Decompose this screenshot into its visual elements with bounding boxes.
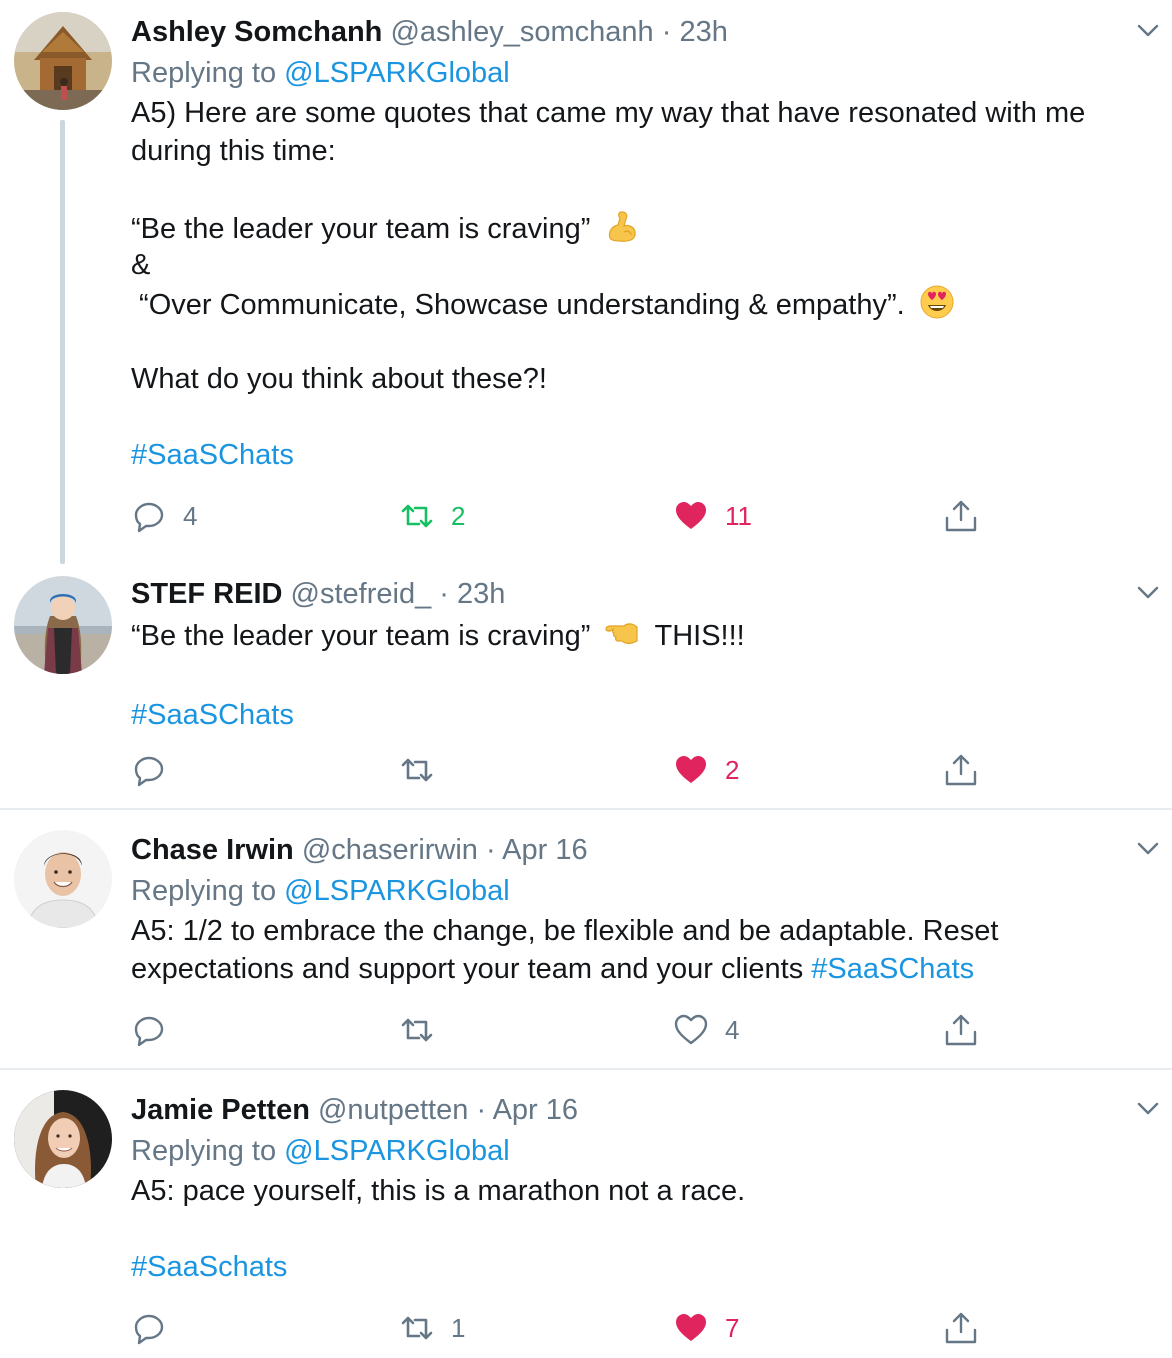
reply-button[interactable] [131,1308,167,1348]
tweet-text: A5: 1/2 to embrace the change, be flexib… [131,915,999,985]
thread-line [60,120,65,564]
like-button[interactable]: 2 [673,750,739,790]
timestamp[interactable]: 23h [457,578,505,610]
tweet-stef-reid[interactable]: STEF REID @stefreid_ · 23h “Be the leade… [0,560,1172,808]
retweet-button[interactable] [399,1010,435,1050]
mention-link[interactable]: @LSPARKGlobal [284,57,510,89]
like-count: 2 [725,754,740,785]
separator: · [439,578,449,610]
share-button[interactable] [943,750,979,790]
chevron-down-icon[interactable] [1134,16,1162,44]
retweet-icon [399,1012,435,1048]
like-icon [673,498,709,534]
retweet-button[interactable]: 1 [399,1308,465,1348]
tweet-text: A5) Here are some quotes that came my wa… [131,94,1148,474]
timestamp[interactable]: Apr 16 [493,1094,578,1126]
avatar[interactable] [14,576,112,674]
like-icon [673,1012,709,1048]
tweet-header: Jamie Petten @nutpetten · Apr 16 [131,1090,1148,1130]
share-icon [943,752,979,788]
user-handle[interactable]: @nutpetten [318,1094,468,1126]
retweet-count: 2 [451,500,466,531]
share-button[interactable] [943,1010,979,1050]
retweet-button[interactable]: 2 [399,496,465,536]
timestamp[interactable]: Apr 16 [502,834,587,866]
user-handle[interactable]: @stefreid_ [291,578,432,610]
mention-link[interactable]: @LSPARKGlobal [284,1135,510,1167]
like-count: 7 [725,1312,740,1343]
like-button[interactable]: 11 [673,496,752,536]
retweet-icon [399,1310,435,1346]
reply-button[interactable]: 4 [131,496,197,536]
replying-to: Replying to @LSPARKGlobal [131,1135,510,1167]
tweet-jamie-petten[interactable]: Jamie Petten @nutpetten · Apr 16 Replyin… [0,1070,1172,1358]
like-count: 11 [725,500,752,531]
reply-count: 4 [183,500,198,531]
retweet-count: 1 [451,1312,466,1343]
chevron-down-icon[interactable] [1134,1094,1162,1122]
retweet-button[interactable] [399,750,435,790]
hashtag-link[interactable]: #SaaSChats [131,696,1148,734]
share-icon [943,498,979,534]
reply-button[interactable] [131,750,167,790]
user-handle[interactable]: @chaserirwin [302,834,478,866]
like-button[interactable]: 4 [673,1010,739,1050]
like-icon [673,752,709,788]
chevron-down-icon[interactable] [1134,578,1162,606]
share-icon [943,1310,979,1346]
hashtag-link[interactable]: #SaaSChats [131,436,1148,474]
display-name[interactable]: STEF REID [131,578,282,610]
separator: · [661,16,672,48]
chevron-down-icon[interactable] [1134,834,1162,862]
tweet-actions: 4 [131,1010,991,1050]
reply-icon [131,498,167,534]
display-name[interactable]: Jamie Petten [131,1094,310,1126]
like-button[interactable]: 7 [673,1308,739,1348]
hashtag-link[interactable]: #SaaSchats [131,1248,1148,1286]
hashtag-link[interactable]: #SaaSChats [811,953,974,985]
tweet-text: A5: pace yourself, this is a marathon no… [131,1172,1148,1286]
user-handle[interactable]: @ashley_somchanh [390,16,653,48]
like-count: 4 [725,1014,740,1045]
share-icon [943,1012,979,1048]
heart-eyes-emoji-icon [919,284,955,320]
tweet-actions: 1 7 [131,1308,991,1348]
separator: · [476,1094,487,1126]
tweet-header: Ashley Somchanh @ashley_somchanh · 23h [131,12,1148,52]
tweet-chase-irwin[interactable]: Chase Irwin @chaserirwin · Apr 16 Replyi… [0,810,1172,1068]
reply-icon [131,1012,167,1048]
reply-button[interactable] [131,1010,167,1050]
tweet-actions: 2 [131,750,991,790]
reply-icon [131,752,167,788]
tweet-ashley-somchanh[interactable]: Ashley Somchanh @ashley_somchanh · 23h R… [0,0,1172,564]
tweet-actions: 4 2 11 [131,496,991,536]
timestamp[interactable]: 23h [679,16,727,48]
display-name[interactable]: Chase Irwin [131,834,294,866]
share-button[interactable] [943,1308,979,1348]
tweet-header: STEF REID @stefreid_ · 23h [131,574,1148,614]
separator: · [486,834,496,866]
reply-icon [131,1310,167,1346]
mention-link[interactable]: @LSPARKGlobal [284,875,510,907]
like-icon [673,1310,709,1346]
tweet-text: “Be the leader your team is craving” THI… [131,614,1148,734]
pointing-left-hand-emoji-icon [604,615,640,651]
avatar[interactable] [14,1090,112,1188]
retweet-icon [399,752,435,788]
replying-to: Replying to @LSPARKGlobal [131,875,510,907]
avatar[interactable] [14,830,112,928]
retweet-icon [399,498,435,534]
avatar[interactable] [14,12,112,110]
tweet-header: Chase Irwin @chaserirwin · Apr 16 [131,830,1148,870]
flexed-biceps-emoji-icon [604,208,640,244]
display-name[interactable]: Ashley Somchanh [131,16,382,48]
replying-to: Replying to @LSPARKGlobal [131,57,510,89]
share-button[interactable] [943,496,979,536]
